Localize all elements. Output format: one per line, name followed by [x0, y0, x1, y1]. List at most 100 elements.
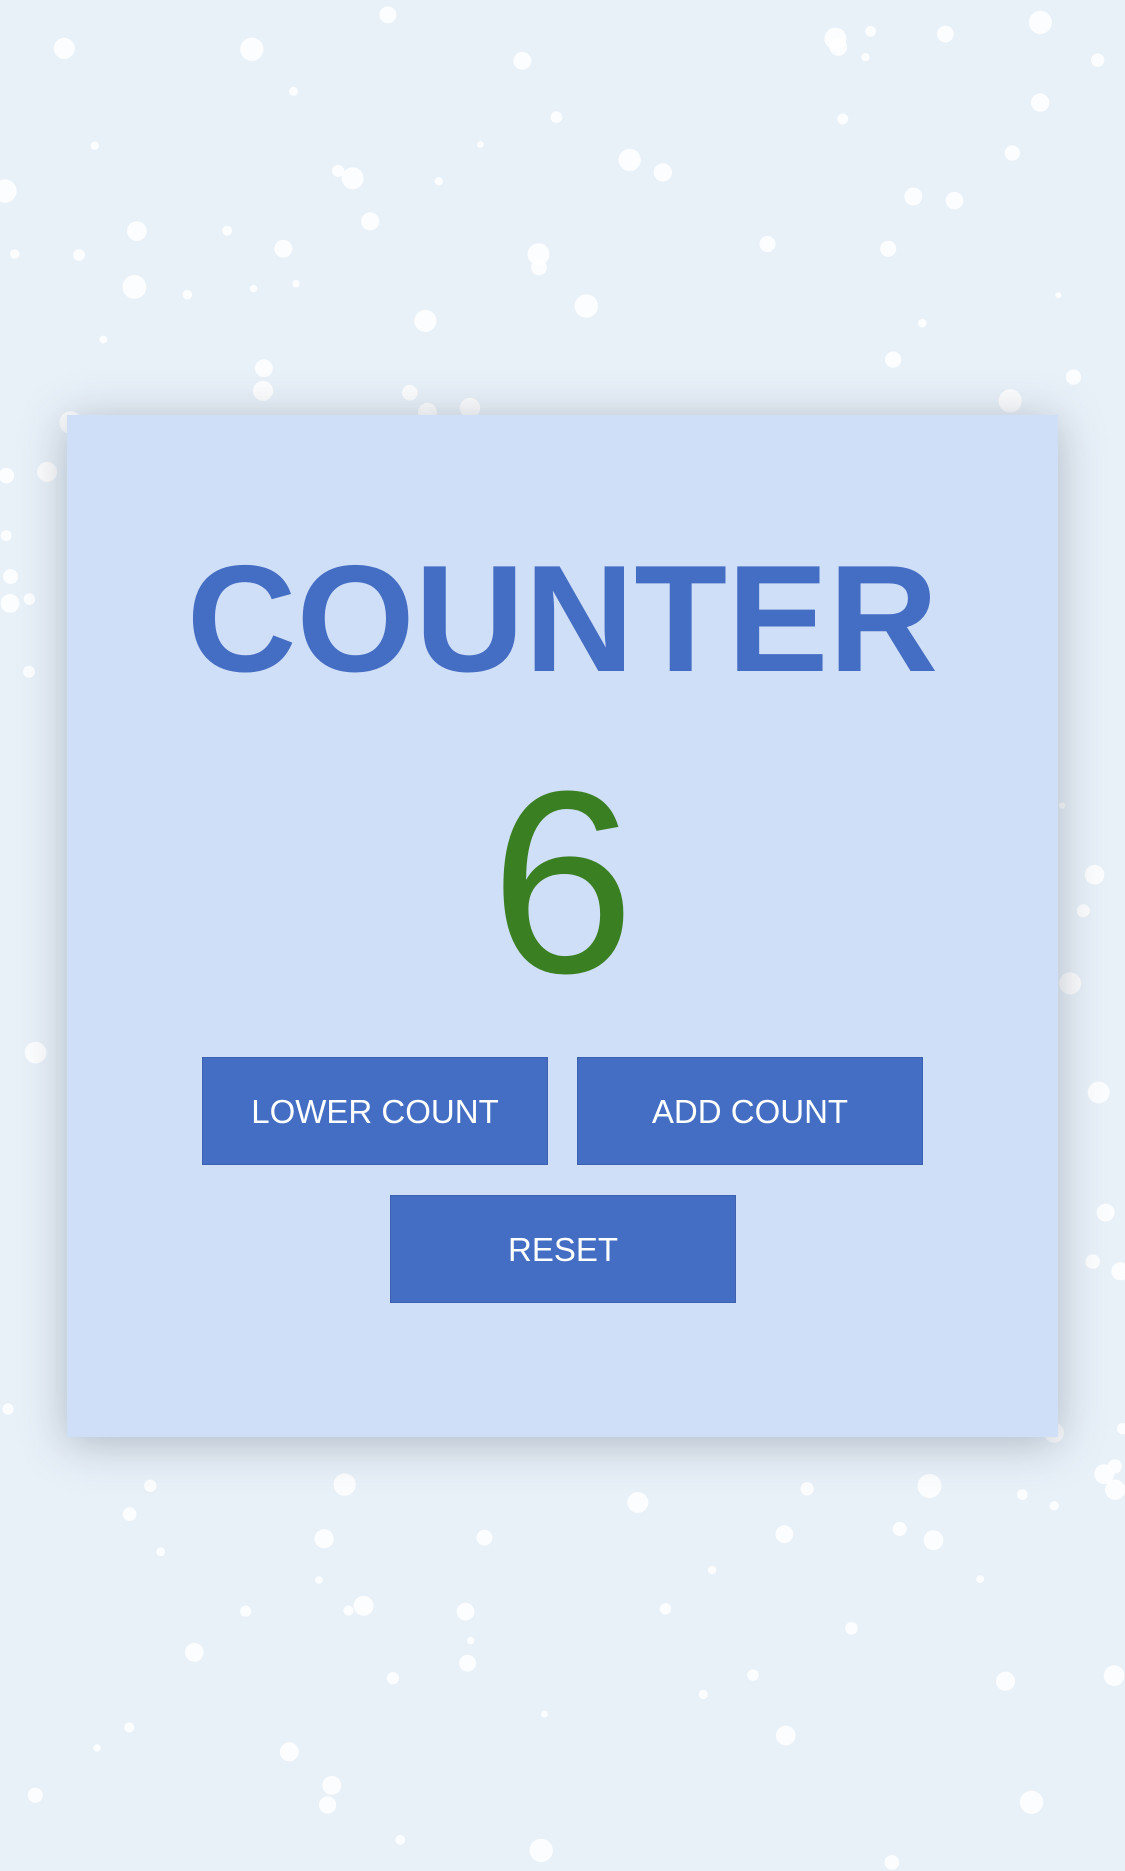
snowflake	[240, 37, 264, 61]
snowflake	[824, 27, 847, 50]
snowflake	[144, 1479, 157, 1493]
snowflake	[343, 1605, 354, 1616]
snowflake	[1085, 1254, 1100, 1269]
snowflake	[456, 1602, 475, 1621]
snowflake	[23, 593, 36, 605]
snowflake	[1084, 865, 1105, 885]
snowflake	[1049, 1501, 1059, 1511]
snowflake	[627, 1491, 649, 1513]
snowflake	[274, 239, 293, 258]
snowflake	[923, 1530, 944, 1551]
snowflake	[414, 309, 437, 332]
snowflake	[698, 1689, 708, 1700]
snowflake	[24, 1041, 47, 1064]
snowflake	[254, 359, 273, 378]
counter-value: 6	[490, 738, 635, 1028]
snowflake	[1116, 1423, 1125, 1435]
snowflake	[653, 163, 673, 182]
snowflake	[1096, 1203, 1115, 1222]
snowflake	[222, 225, 233, 236]
snowflake	[0, 594, 20, 613]
snowflake	[331, 164, 345, 178]
snowflake	[1111, 1262, 1125, 1281]
snowflake	[0, 467, 15, 484]
snowflake	[3, 569, 19, 585]
snowflake	[904, 187, 923, 206]
snowflake	[2, 1403, 14, 1415]
lower-count-button[interactable]: LOWER COUNT	[202, 1057, 548, 1165]
snowflake	[252, 380, 274, 401]
snowflake	[315, 1576, 323, 1584]
snowflake	[23, 665, 35, 678]
snowflake	[1087, 1081, 1110, 1104]
snowflake	[37, 461, 58, 482]
snowflake	[402, 385, 418, 401]
snowflake	[249, 284, 258, 293]
snowflake	[314, 1529, 334, 1549]
snowflake	[861, 53, 870, 62]
snowflake	[0, 530, 12, 542]
snowflake	[759, 235, 776, 253]
snowflake	[124, 1722, 135, 1733]
snowflake	[513, 51, 532, 70]
snowflake	[529, 1838, 553, 1863]
snowflake	[1031, 93, 1050, 112]
snowflake	[318, 1796, 337, 1814]
snowflake	[837, 113, 849, 125]
snowflake	[775, 1725, 796, 1746]
snowflake	[937, 25, 954, 43]
snowflake	[1019, 1790, 1044, 1815]
snowflake	[800, 1482, 814, 1496]
snowflake	[27, 1787, 43, 1803]
snowflake	[1076, 904, 1090, 918]
reset-button[interactable]: RESET	[390, 1195, 736, 1303]
snowflake	[1016, 1489, 1028, 1500]
snowflake	[341, 167, 364, 190]
snowflake	[1103, 1665, 1125, 1687]
snowflake	[892, 1521, 907, 1537]
snowflake	[531, 259, 547, 276]
snowflake	[976, 1575, 985, 1584]
snowflake	[1059, 972, 1082, 995]
add-count-button[interactable]: ADD COUNT	[577, 1057, 923, 1165]
snowflake	[1055, 292, 1062, 299]
snowflake	[747, 1669, 759, 1681]
snowflake	[90, 141, 100, 150]
snowflake	[1094, 1464, 1115, 1485]
snowflake	[1065, 369, 1082, 385]
snowflake	[917, 1474, 942, 1498]
snowflake	[659, 1603, 672, 1615]
snowflake	[541, 1710, 548, 1718]
snowflake	[379, 6, 397, 24]
snowflake	[292, 279, 300, 288]
snowflake	[917, 318, 927, 328]
snowflake	[122, 1507, 137, 1522]
snowflake	[477, 141, 484, 148]
snowflake	[10, 249, 20, 259]
snowflake	[459, 1654, 477, 1672]
snowflake	[361, 212, 380, 231]
snowflake	[333, 1473, 356, 1496]
snowflake	[279, 1742, 299, 1762]
snowflake	[995, 1671, 1016, 1691]
snowflake	[707, 1565, 717, 1575]
snowflake	[0, 179, 17, 203]
snowflake	[156, 1547, 166, 1557]
snowflake	[99, 335, 108, 344]
snowflake	[884, 351, 902, 368]
snowflake	[53, 37, 75, 60]
snowflake	[386, 1672, 400, 1685]
snowflake	[1091, 53, 1105, 67]
snowflake	[998, 389, 1022, 413]
snowflake	[73, 249, 85, 261]
counter-card: COUNTER 6 LOWER COUNT ADD COUNT RESET	[67, 415, 1058, 1437]
snowflake	[434, 177, 443, 186]
snowflake	[467, 1637, 475, 1645]
snowflake	[1028, 10, 1052, 34]
snowflake	[126, 221, 147, 242]
snowflake	[880, 240, 897, 257]
snowflake	[182, 289, 193, 300]
snowflake	[865, 25, 877, 37]
snowflake	[550, 111, 563, 123]
counter-title: COUNTER	[186, 534, 939, 704]
